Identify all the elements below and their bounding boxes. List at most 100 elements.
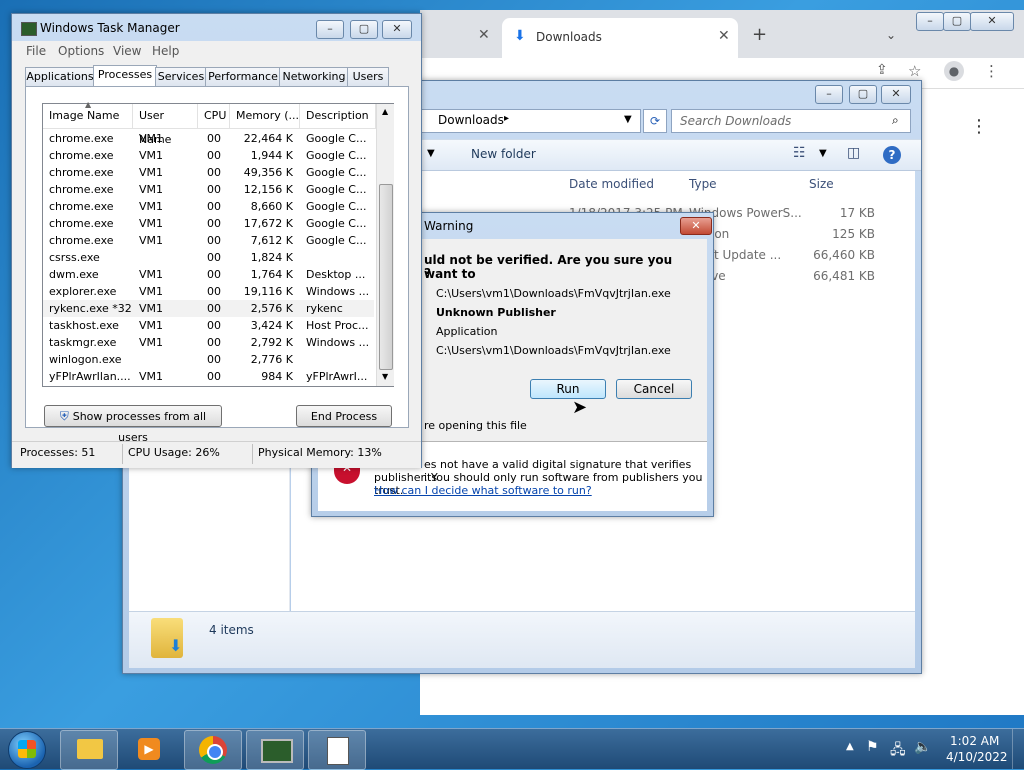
always-ask-checkbox-label[interactable]: re opening this file <box>424 419 527 432</box>
open-menu-arrow-icon[interactable]: ▼ <box>427 148 435 159</box>
table-row[interactable]: chrome.exe VM1 00 1,944 K Google C... <box>43 147 374 164</box>
tab-users[interactable]: Users <box>347 67 389 86</box>
taskbar-explorer-icon[interactable] <box>60 730 118 770</box>
scroll-up-icon[interactable]: ▲ <box>382 107 388 116</box>
col-user-name[interactable]: User Name <box>133 104 198 146</box>
menu-help[interactable]: Help <box>152 44 179 58</box>
address-bar[interactable]: ▸ Downloads ▸ ▼ <box>413 109 641 133</box>
tab-performance[interactable]: Performance <box>205 67 281 86</box>
col-memory[interactable]: Memory (... <box>230 104 300 128</box>
process-mem: 1,824 K <box>250 251 293 264</box>
downloads-page-menu-icon[interactable]: ⋮ <box>970 116 988 137</box>
view-options-icon[interactable]: ☷ <box>793 145 806 161</box>
menu-view[interactable]: View <box>113 44 141 58</box>
tab-services[interactable]: Services <box>155 67 207 86</box>
clock-time[interactable]: 1:02 AM <box>950 734 999 748</box>
taskbar-chrome-icon[interactable] <box>184 730 242 770</box>
process-user: VM1 <box>139 285 164 298</box>
tab-networking[interactable]: Networking <box>279 67 349 86</box>
taskbar-media-player-icon[interactable]: ▶ <box>122 730 178 768</box>
close-icon[interactable]: ✕ <box>718 28 730 44</box>
table-row[interactable]: dwm.exe VM1 00 1,764 K Desktop ... <box>43 266 374 283</box>
tm-minimize-button[interactable]: – <box>316 20 344 39</box>
dialog-close-button[interactable]: ✕ <box>680 217 712 235</box>
search-input[interactable]: Search Downloads <box>680 114 791 128</box>
process-desc: rykenc <box>306 302 343 315</box>
chrome-close-button[interactable]: ✕ <box>970 12 1014 31</box>
table-row[interactable]: chrome.exe VM1 00 12,156 K Google C... <box>43 181 374 198</box>
help-link[interactable]: How can I decide what software to run? <box>374 484 592 497</box>
table-row[interactable]: yFPlrAwrIlan.... VM1 00 984 K yFPlrAwrI... <box>43 368 374 385</box>
refresh-icon[interactable]: ⟳ <box>643 109 667 133</box>
volume-icon[interactable]: 🔈 <box>914 739 931 755</box>
explorer-minimize-button[interactable]: – <box>815 85 843 104</box>
menu-file[interactable]: File <box>26 44 46 58</box>
network-icon[interactable]: 🖧 <box>890 739 906 763</box>
col-cpu[interactable]: CPU <box>198 104 230 128</box>
tm-close-button[interactable]: ✕ <box>382 20 412 39</box>
col-description-label: Description <box>306 109 369 122</box>
show-hidden-icons-icon[interactable]: ▲ <box>846 741 854 752</box>
from-value: C:\Users\vm1\Downloads\FmVqvJtrjIan.exe <box>436 344 671 357</box>
chrome-maximize-button[interactable]: ▢ <box>943 12 971 31</box>
tm-statusbar: Processes: 51 CPU Usage: 26% Physical Me… <box>12 441 421 468</box>
tab-applications[interactable]: Applications <box>25 67 95 86</box>
view-dropdown-icon[interactable]: ▼ <box>819 148 827 159</box>
table-row[interactable]: chrome.exe VM1 00 7,612 K Google C... <box>43 232 374 249</box>
col-type-header[interactable]: Type <box>689 177 717 191</box>
taskbar-task-manager-icon[interactable] <box>246 730 304 770</box>
taskbar-security-warning-icon[interactable] <box>308 730 366 770</box>
share-icon[interactable]: ⇪ <box>876 62 888 78</box>
task-manager-app-icon <box>21 22 37 36</box>
table-row[interactable]: csrss.exe 00 1,824 K <box>43 249 374 266</box>
table-row[interactable]: chrome.exe VM1 00 17,672 K Google C... <box>43 215 374 232</box>
breadcrumb[interactable]: Downloads <box>438 113 504 127</box>
end-process-button[interactable]: End Process <box>296 405 392 427</box>
explorer-maximize-button[interactable]: ▢ <box>849 85 877 104</box>
table-row[interactable]: explorer.exe VM1 00 19,116 K Windows ... <box>43 283 374 300</box>
table-row[interactable]: taskmgr.exe VM1 00 2,792 K Windows ... <box>43 334 374 351</box>
chrome-minimize-button[interactable]: – <box>916 12 944 31</box>
process-user: VM1 <box>139 370 164 383</box>
col-date-header[interactable]: Date modified <box>569 177 654 191</box>
table-row[interactable]: rykenc.exe *32 VM1 00 2,576 K rykenc <box>43 300 374 317</box>
new-tab-icon[interactable]: + <box>752 24 767 45</box>
col-image-name[interactable]: Image Name <box>43 104 133 128</box>
clock-date[interactable]: 4/10/2022 <box>946 750 1008 764</box>
tab-search-icon[interactable]: ⌄ <box>886 28 896 42</box>
profile-avatar[interactable]: ● <box>944 61 964 81</box>
download-icon: ⬇ <box>514 28 526 44</box>
show-desktop-button[interactable] <box>1012 729 1024 769</box>
preview-pane-icon[interactable]: ◫ <box>847 145 860 161</box>
menu-options[interactable]: Options <box>58 44 104 58</box>
help-icon[interactable]: ? <box>883 146 901 164</box>
bookmark-star-icon[interactable]: ☆ <box>908 62 921 80</box>
col-description[interactable]: Description <box>300 104 376 128</box>
chrome-menu-icon[interactable]: ⋮ <box>984 62 999 80</box>
chrome-tab-close-icon[interactable]: ✕ <box>478 27 490 43</box>
table-row[interactable]: chrome.exe VM1 00 49,356 K Google C... <box>43 164 374 181</box>
tab-processes-label: Processes <box>97 68 153 81</box>
scroll-down-icon[interactable]: ▼ <box>382 372 388 381</box>
tab-processes[interactable]: Processes <box>93 65 157 87</box>
chrome-tab-downloads[interactable]: ⬇ Downloads ✕ <box>502 18 738 58</box>
run-button[interactable]: Run <box>530 379 606 399</box>
file-size: 66,460 KB <box>813 248 875 262</box>
col-size-header[interactable]: Size <box>809 177 834 191</box>
action-center-flag-icon[interactable]: ⚑ <box>866 739 879 755</box>
table-row[interactable]: chrome.exe VM1 00 22,464 K Google C... <box>43 130 374 147</box>
scroll-thumb[interactable] <box>379 184 393 370</box>
new-folder-button[interactable]: New folder <box>471 147 536 161</box>
table-row[interactable]: winlogon.exe 00 2,776 K <box>43 351 374 368</box>
address-dropdown-icon[interactable]: ▼ <box>624 114 632 125</box>
table-row[interactable]: chrome.exe VM1 00 8,660 K Google C... <box>43 198 374 215</box>
start-button[interactable] <box>8 731 46 769</box>
process-list-scrollbar[interactable]: ▲ ▼ <box>376 104 394 386</box>
task-manager-window: Windows Task Manager – ▢ ✕ File Options … <box>11 13 422 468</box>
show-all-processes-button[interactable]: ⛨ Show processes from all users <box>44 405 222 444</box>
explorer-close-button[interactable]: ✕ <box>881 85 911 104</box>
tm-maximize-button[interactable]: ▢ <box>350 20 378 39</box>
table-row[interactable]: taskhost.exe VM1 00 3,424 K Host Proc... <box>43 317 374 334</box>
cancel-button[interactable]: Cancel <box>616 379 692 399</box>
search-box[interactable]: Search Downloads ⌕ <box>671 109 911 133</box>
